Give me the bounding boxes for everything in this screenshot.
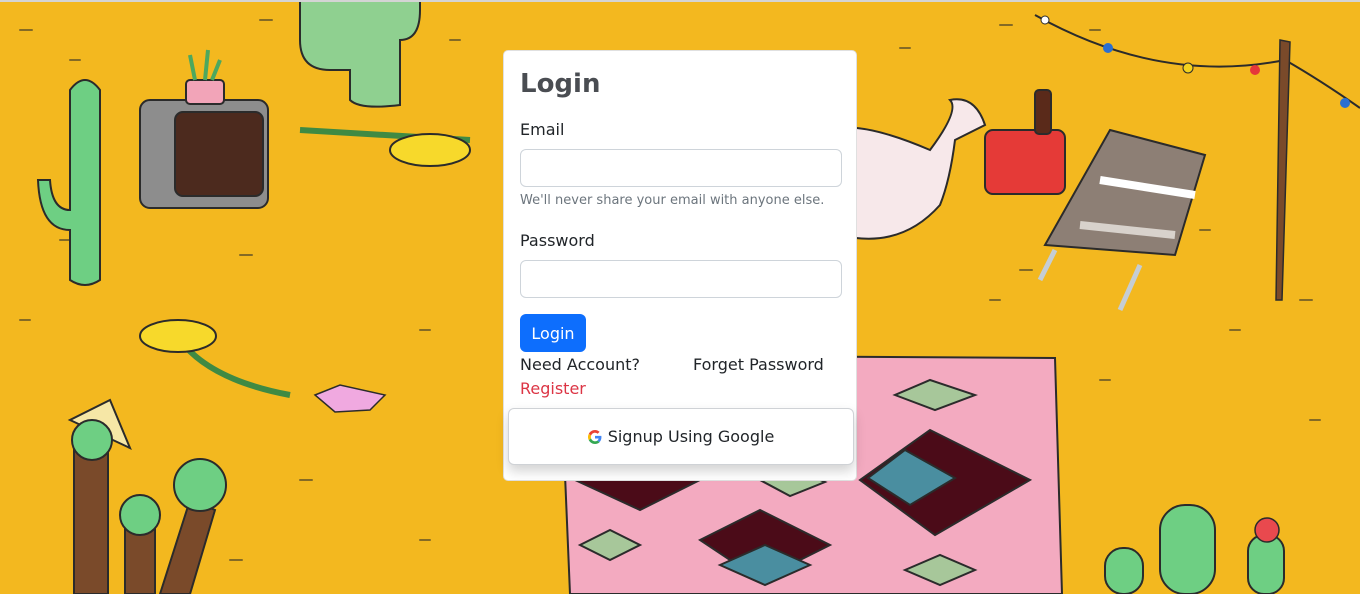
- need-account-text: Need Account?: [520, 355, 640, 374]
- forget-password-link[interactable]: Forget Password: [693, 355, 824, 375]
- password-label: Password: [520, 231, 595, 250]
- google-icon: [587, 429, 602, 444]
- login-button[interactable]: Login: [520, 314, 586, 352]
- top-border: [0, 0, 1360, 2]
- register-link[interactable]: Register: [520, 379, 586, 399]
- password-field[interactable]: [520, 260, 842, 298]
- email-help-text: We'll never share your email with anyone…: [520, 193, 825, 208]
- email-label: Email: [520, 120, 565, 139]
- login-card: Login Email We'll never share your email…: [503, 50, 857, 481]
- page-title: Login: [520, 69, 601, 99]
- google-signup-label: Signup Using Google: [607, 427, 775, 446]
- google-signup-button[interactable]: Signup Using Google: [508, 408, 854, 465]
- email-field[interactable]: [520, 149, 842, 187]
